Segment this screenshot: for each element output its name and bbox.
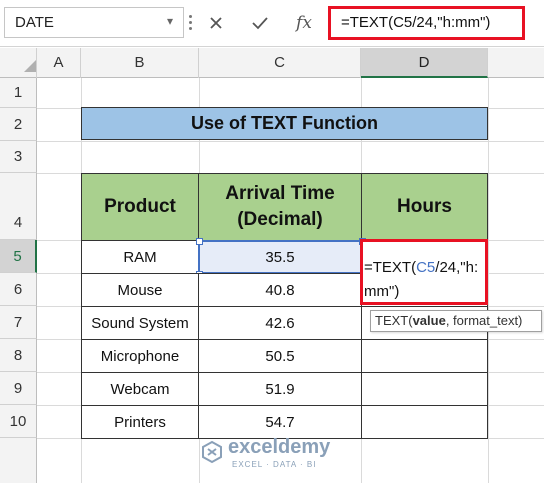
tooltip-arg-value[interactable]: value [413,313,446,328]
row-header-3[interactable]: 3 [0,141,37,173]
fx-icon: fx [296,12,312,33]
name-box[interactable]: DATE [4,7,184,38]
watermark-name: exceldemy [228,436,331,458]
formula-text: =TEXT(C5/24,"h:mm") [341,14,491,31]
header-arrival-line1: Arrival Time [225,183,335,204]
editing-formula-line1: =TEXT(C5/24,"h: [364,256,485,280]
column-headers: A B C D [0,48,544,78]
row-header-2[interactable]: 2 [0,108,37,141]
exceldemy-logo-icon [202,440,222,464]
formula-suffix: /24,"h: [435,259,479,276]
header-arrival-line2: (Decimal) [237,209,323,230]
formula-bar: DATE ▾ fx =TEXT(C5/24,"h:mm") [0,0,544,47]
gridline [37,141,544,142]
column-header-c[interactable]: C [199,48,361,78]
select-all-triangle-icon [24,60,36,72]
row-header-8[interactable]: 8 [0,339,37,372]
product-cell[interactable]: Printers [81,405,199,439]
hours-cell[interactable] [361,372,488,406]
product-cell[interactable]: Mouse [81,273,199,307]
column-header-e[interactable] [488,48,544,78]
arrival-cell-selected[interactable]: 35.5 [198,240,362,274]
formula-prefix: =TEXT( [364,259,417,276]
product-cell[interactable]: RAM [81,240,199,274]
x-icon [210,16,222,29]
row-header-5[interactable]: 5 [0,240,37,273]
resize-handle[interactable] [196,238,203,245]
sheet-title[interactable]: Use of TEXT Function [81,107,488,140]
chevron-down-icon[interactable]: ▾ [162,12,178,30]
name-box-value: DATE [15,14,54,31]
tooltip-rest: , format_text) [445,313,523,328]
arrival-cell[interactable]: 42.6 [198,306,362,340]
header-product[interactable]: Product [81,173,199,241]
row-header-11[interactable] [0,438,37,483]
product-cell[interactable]: Microphone [81,339,199,373]
row-header-7[interactable]: 7 [0,306,37,339]
column-header-b[interactable]: B [81,48,199,78]
column-header-d[interactable]: D [361,48,488,78]
arrival-cell[interactable]: 51.9 [198,372,362,406]
watermark-tagline: EXCEL · DATA · BI [232,460,317,469]
formula-cell-ref: C5 [416,259,436,276]
drag-handle-icon[interactable] [186,10,196,36]
row-header-6[interactable]: 6 [0,273,37,306]
arrival-cell[interactable]: 40.8 [198,273,362,307]
header-arrival-time[interactable]: Arrival Time (Decimal) [198,173,362,241]
arrival-cell[interactable]: 50.5 [198,339,362,373]
editing-cell-d5[interactable]: =TEXT(C5/24,"h: mm") [360,239,488,305]
header-hours[interactable]: Hours [361,173,488,241]
row-header-9[interactable]: 9 [0,372,37,405]
row-header-4[interactable]: 4 [0,173,37,240]
hours-cell[interactable] [361,405,488,439]
gridline [488,78,489,483]
row-header-1[interactable]: 1 [0,78,37,108]
row-header-10[interactable]: 10 [0,405,37,438]
editing-formula-line2: mm") [364,283,400,300]
function-tooltip: TEXT(value, format_text) [370,310,542,332]
product-cell[interactable]: Sound System [81,306,199,340]
tooltip-func[interactable]: TEXT( [375,313,413,328]
cancel-button[interactable] [198,7,234,38]
product-cell[interactable]: Webcam [81,372,199,406]
formula-bar-buttons: fx [198,7,324,38]
hours-cell[interactable] [361,339,488,373]
enter-button[interactable] [242,7,278,38]
formula-input[interactable]: =TEXT(C5/24,"h:mm") [328,6,525,40]
column-header-a[interactable]: A [37,48,81,78]
insert-function-button[interactable]: fx [286,7,322,38]
arrival-cell[interactable]: 54.7 [198,405,362,439]
check-icon [252,16,268,29]
